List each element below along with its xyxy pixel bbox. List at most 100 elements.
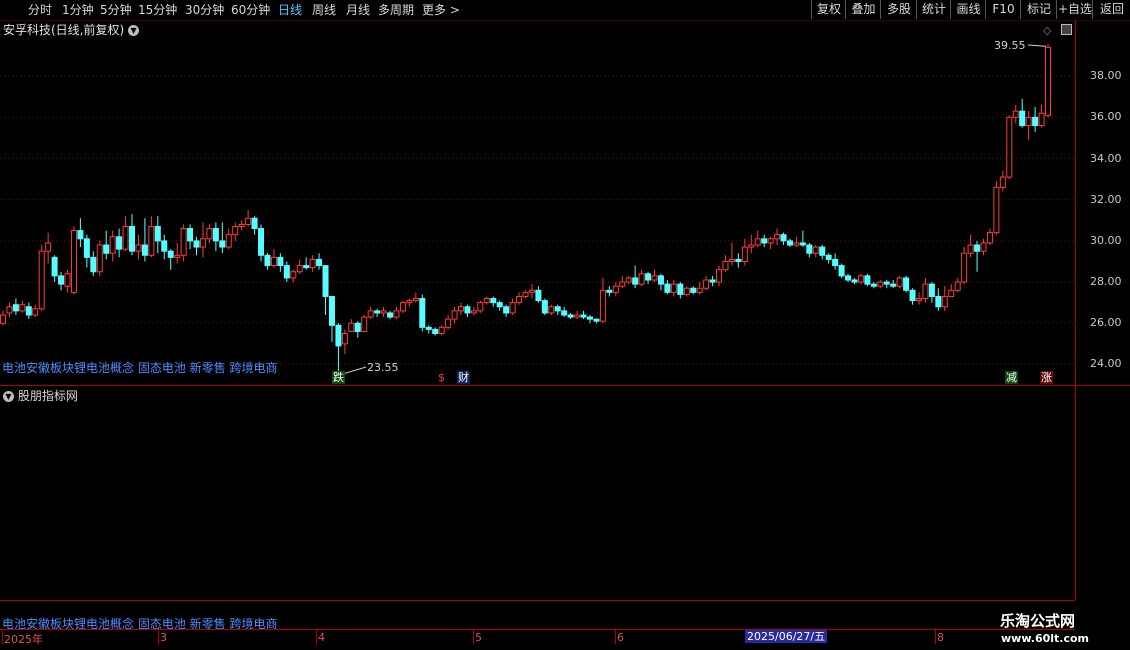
candle[interactable]: [638, 269, 645, 287]
candle[interactable]: [457, 302, 464, 315]
candle[interactable]: [935, 288, 942, 311]
candle[interactable]: [187, 224, 194, 250]
candle[interactable]: [309, 255, 316, 272]
toolbar-button-4[interactable]: 画线: [950, 0, 986, 19]
candle[interactable]: [967, 234, 974, 258]
candle[interactable]: [64, 269, 71, 293]
candle[interactable]: [354, 321, 361, 338]
candle[interactable]: [393, 306, 400, 320]
candle[interactable]: [657, 273, 664, 291]
candle[interactable]: [219, 222, 226, 254]
candle[interactable]: [825, 253, 832, 264]
candle[interactable]: [832, 253, 839, 270]
candle[interactable]: [45, 232, 52, 264]
toolbar-button-8[interactable]: 返回: [1092, 0, 1130, 19]
candle[interactable]: [896, 275, 903, 289]
candle[interactable]: [786, 238, 793, 248]
panel-toggle-icon[interactable]: [1061, 24, 1072, 35]
candle[interactable]: [129, 214, 136, 256]
candle[interactable]: [38, 245, 45, 311]
period-tab-6[interactable]: 日线: [278, 2, 302, 18]
candle[interactable]: [303, 257, 310, 270]
candle[interactable]: [722, 255, 729, 272]
candle[interactable]: [154, 216, 161, 254]
period-tab-7[interactable]: 周线: [312, 2, 336, 18]
period-tab-0[interactable]: 分时: [28, 2, 52, 18]
candle[interactable]: [341, 329, 348, 355]
candle[interactable]: [645, 271, 652, 285]
candle[interactable]: [535, 286, 542, 303]
candle[interactable]: [954, 277, 961, 293]
candle[interactable]: [1025, 111, 1032, 140]
candle[interactable]: [941, 286, 948, 311]
candle[interactable]: [206, 224, 213, 243]
candle[interactable]: [116, 228, 123, 258]
candle[interactable]: [528, 284, 535, 299]
candle[interactable]: [283, 261, 290, 283]
toolbar-button-3[interactable]: 统计: [916, 0, 951, 19]
candle[interactable]: [193, 236, 200, 256]
candle[interactable]: [922, 277, 929, 303]
concept-tags-upper[interactable]: 电池安徽板块锂电池概念 固态电池 新零售 跨境电商: [2, 359, 277, 376]
candle[interactable]: [580, 310, 587, 320]
candle[interactable]: [961, 247, 968, 285]
candle[interactable]: [432, 327, 439, 336]
candle[interactable]: [464, 304, 471, 318]
candle[interactable]: [122, 216, 129, 252]
candle[interactable]: [728, 242, 735, 266]
period-tab-8[interactable]: 月线: [346, 2, 370, 18]
candle[interactable]: [374, 308, 381, 318]
candle[interactable]: [980, 238, 987, 256]
candle[interactable]: [587, 315, 594, 324]
candle[interactable]: [883, 280, 890, 289]
candle[interactable]: [419, 294, 426, 332]
tag-cai[interactable]: 财: [457, 371, 470, 384]
candle[interactable]: [799, 230, 806, 248]
candle[interactable]: [974, 240, 981, 272]
candle[interactable]: [361, 315, 368, 332]
candle[interactable]: [232, 222, 239, 241]
candle[interactable]: [83, 234, 90, 268]
candle[interactable]: [754, 230, 761, 248]
candle[interactable]: [77, 218, 84, 248]
candle[interactable]: [677, 282, 684, 299]
candle[interactable]: [632, 265, 639, 289]
candle[interactable]: [986, 228, 993, 245]
candle[interactable]: [180, 224, 187, 262]
candle[interactable]: [348, 319, 355, 332]
candle[interactable]: [857, 273, 864, 285]
candle[interactable]: [0, 310, 6, 326]
candle[interactable]: [496, 300, 503, 311]
candle[interactable]: [109, 230, 116, 262]
tag-jian[interactable]: 减: [1005, 371, 1018, 384]
candle[interactable]: [696, 282, 703, 295]
candle[interactable]: [838, 263, 845, 278]
candle[interactable]: [425, 325, 432, 334]
candle[interactable]: [199, 222, 206, 258]
candle[interactable]: [541, 298, 548, 315]
candle[interactable]: [490, 296, 497, 307]
candle[interactable]: [141, 218, 148, 262]
candle[interactable]: [1038, 105, 1045, 128]
candle[interactable]: [503, 304, 510, 318]
candle[interactable]: [367, 306, 374, 320]
candle[interactable]: [264, 253, 271, 270]
candle[interactable]: [399, 300, 406, 313]
candle[interactable]: [1045, 44, 1051, 118]
toolbar-button-5[interactable]: F10: [985, 0, 1021, 19]
candle[interactable]: [328, 295, 335, 342]
candle[interactable]: [25, 302, 32, 320]
candle[interactable]: [928, 282, 935, 303]
candle[interactable]: [909, 288, 916, 305]
candle[interactable]: [767, 236, 774, 250]
candle[interactable]: [290, 269, 297, 283]
candle[interactable]: [612, 282, 619, 297]
candle[interactable]: [135, 234, 142, 260]
candle[interactable]: [554, 304, 561, 315]
candle[interactable]: [270, 249, 277, 268]
candle[interactable]: [19, 300, 26, 313]
period-tab-5[interactable]: 60分钟: [231, 2, 270, 18]
candle[interactable]: [993, 181, 1000, 235]
candle[interactable]: [851, 277, 858, 285]
candle[interactable]: [6, 302, 13, 318]
